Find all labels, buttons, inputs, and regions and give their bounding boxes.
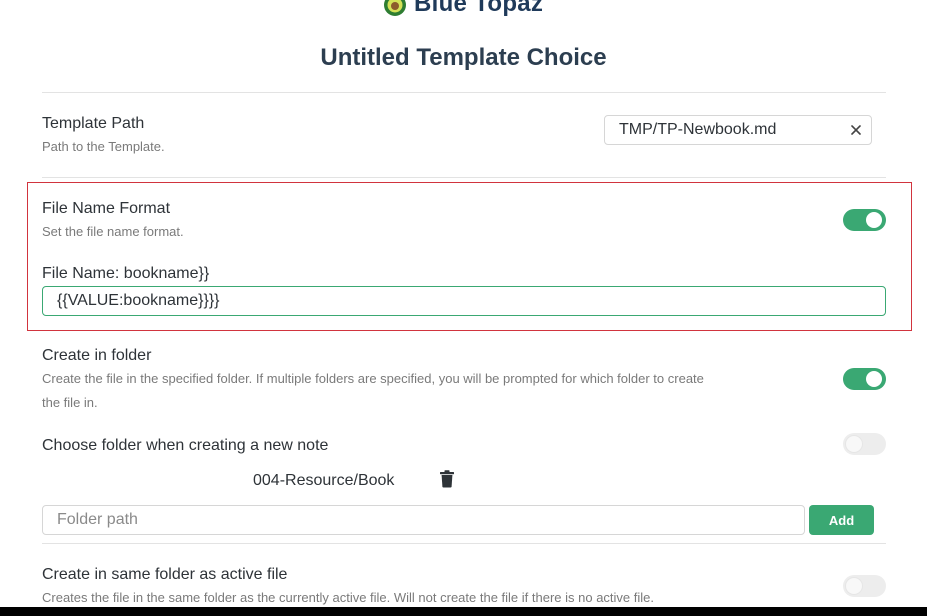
toggle-knob: [846, 578, 862, 594]
file-name-format-desc: Set the file name format.: [42, 224, 184, 239]
file-name-preview: File Name: bookname}}: [42, 265, 210, 282]
avocado-logo-icon: [384, 0, 406, 16]
template-path-desc: Path to the Template.: [42, 139, 165, 154]
folder-list-item: 004-Resource/Book: [253, 472, 395, 489]
toggle-knob: [866, 212, 882, 228]
close-icon[interactable]: [841, 124, 871, 136]
create-in-folder-toggle[interactable]: [843, 368, 886, 390]
file-name-format-label: File Name Format: [42, 200, 171, 217]
choose-folder-toggle[interactable]: [843, 433, 886, 455]
create-in-folder-desc-line1: Create the file in the specified folder.…: [42, 371, 704, 386]
divider: [42, 92, 886, 93]
divider: [42, 177, 886, 178]
brand-name: Blue Topaz: [414, 0, 544, 17]
create-in-folder-label: Create in folder: [42, 347, 152, 364]
divider: [42, 543, 886, 544]
folder-path-input[interactable]: Folder path: [42, 505, 805, 535]
bottom-bar: [0, 607, 927, 616]
same-folder-label: Create in same folder as active file: [42, 566, 288, 583]
file-name-format-input[interactable]: {{VALUE:bookname}}}}: [42, 286, 886, 316]
add-button[interactable]: Add: [809, 505, 874, 535]
toggle-knob: [866, 371, 882, 387]
template-path-input[interactable]: TMP/TP-Newbook.md: [604, 115, 872, 145]
template-path-value: TMP/TP-Newbook.md: [619, 121, 777, 138]
same-folder-toggle[interactable]: [843, 575, 886, 597]
modal-title: Untitled Template Choice: [320, 44, 607, 71]
template-path-label: Template Path: [42, 115, 145, 132]
choose-folder-label: Choose folder when creating a new note: [42, 437, 329, 454]
toggle-knob: [846, 436, 862, 452]
create-in-folder-desc-line2: the file in.: [42, 395, 98, 410]
file-name-format-toggle[interactable]: [843, 209, 886, 231]
trash-icon[interactable]: [439, 470, 455, 493]
brand-header: Blue Topaz: [382, 0, 543, 18]
